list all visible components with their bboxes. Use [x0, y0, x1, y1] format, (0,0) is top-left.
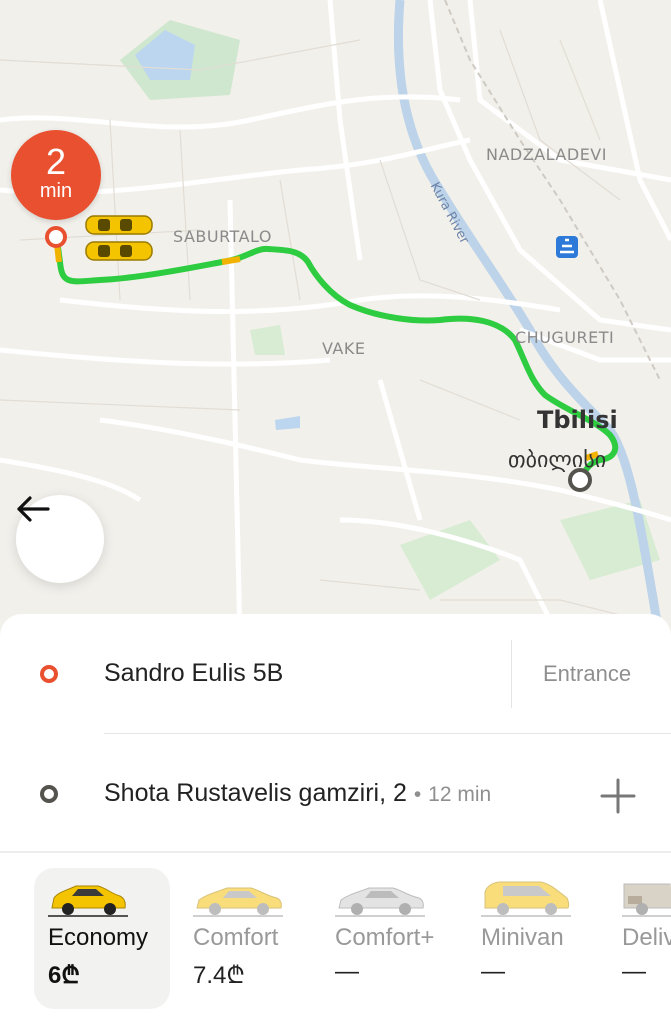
back-button[interactable] — [16, 495, 104, 583]
map-view[interactable]: NADZALADEVI SABURTALO CHUGURETI VAKE Kur… — [0, 0, 671, 640]
minivan-car-icon — [481, 881, 571, 917]
divider — [511, 640, 512, 708]
district-label-saburtalo: SABURTALO — [173, 227, 272, 246]
city-label-local: თბილისი — [508, 448, 607, 473]
destination-eta: 12 min — [428, 783, 492, 806]
tariff-name: Minivan — [481, 924, 564, 951]
tariff-name: Comfort+ — [335, 924, 435, 951]
tariff-minivan[interactable]: Minivan — — [467, 868, 603, 1009]
pickup-eta-badge: 2 min — [11, 130, 101, 220]
route-traffic-segment — [221, 256, 241, 265]
tariff-economy[interactable]: Economy 6₾ — [34, 868, 170, 1009]
destination-dot-icon — [40, 785, 58, 803]
separator-dot: • — [413, 783, 422, 806]
eta-number: 2 — [45, 141, 67, 182]
destination-row[interactable]: Shota Rustavelis gamziri, 2 • 12 min — [0, 734, 671, 852]
destination-address: Shota Rustavelis gamziri, 2 — [104, 779, 407, 807]
entrance-button[interactable]: Entrance — [543, 661, 631, 687]
tariff-comfort-plus[interactable]: Comfort+ — — [321, 868, 457, 1009]
tariff-delivery[interactable]: Deliv — — [608, 868, 671, 1009]
tariff-name: Comfort — [193, 924, 279, 951]
tariff-name: Deliv — [622, 924, 671, 951]
comfort-car-icon — [193, 887, 283, 917]
arrow-left-icon — [17, 496, 50, 522]
tariff-price: — — [481, 958, 505, 985]
park-area — [250, 325, 285, 355]
district-label-chugureti: CHUGURETI — [515, 328, 615, 347]
tariff-price: — — [335, 958, 359, 985]
taxi-cars-icon — [85, 215, 153, 261]
tariff-price: 7.4₾ — [193, 962, 245, 989]
district-label-vake: VAKE — [322, 339, 366, 358]
origin-address[interactable]: Sandro Eulis 5B — [104, 659, 283, 688]
metro-station-icon — [556, 236, 578, 258]
park-area — [400, 520, 500, 600]
eta-unit: min — [39, 180, 73, 202]
divider — [0, 851, 671, 853]
tariff-price: — — [622, 958, 646, 985]
city-label: Tbilisi — [537, 406, 618, 434]
order-sheet: Sandro Eulis 5B Entrance Shota Rustaveli… — [0, 614, 671, 1024]
tariff-price: 6₾ — [48, 962, 80, 989]
add-stop-plus-icon[interactable] — [600, 778, 636, 814]
tariff-name: Economy — [48, 924, 149, 951]
origin-row[interactable]: Sandro Eulis 5B Entrance — [0, 614, 671, 732]
economy-car-icon — [48, 885, 128, 917]
destination-marker — [568, 468, 592, 492]
pond — [275, 416, 300, 430]
destination-text[interactable]: Shota Rustavelis gamziri, 2 • 12 min — [104, 779, 491, 808]
start-marker — [45, 226, 67, 248]
comfort-plus-car-icon — [335, 887, 425, 917]
origin-dot-icon — [40, 665, 58, 683]
delivery-van-icon — [622, 883, 671, 917]
tariff-comfort[interactable]: Comfort 7.4₾ — [179, 868, 315, 1009]
district-label-nadzaladevi: NADZALADEVI — [486, 145, 607, 164]
